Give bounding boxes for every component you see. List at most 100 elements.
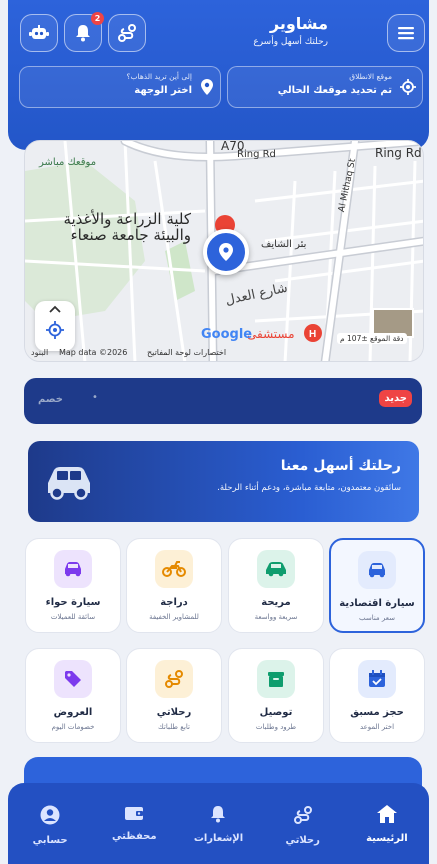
notifications-button[interactable]: 2 [64, 12, 104, 52]
pickup-label: موقع الانطلاق [349, 72, 392, 81]
box-icon [268, 672, 284, 687]
destination-label: إلى أين تريد الذهاب؟ [126, 72, 193, 81]
service-scheduled-booking[interactable]: حجز مسبق اختر الموعد [329, 648, 425, 743]
calendar-icon [369, 670, 385, 687]
user-icon [40, 805, 60, 825]
home-icon [376, 805, 397, 823]
destination-field[interactable]: إلى أين تريد الذهاب؟ اختر الوجهة [19, 66, 221, 108]
route-icon [165, 670, 183, 688]
service-title: رحلاتي [156, 707, 192, 718]
map-label-hospital: مستشفى [247, 327, 295, 341]
service-icon-box [257, 660, 295, 698]
comfort-car-icon [266, 562, 286, 577]
service-women-car[interactable]: سيارة حواء سائقة للعميلات [25, 538, 121, 633]
service-icon-box [257, 550, 295, 588]
tag-icon [65, 671, 81, 687]
service-subtitle: سائقة للعميلات [50, 613, 96, 621]
service-bike[interactable]: دراجة للمشاوير الخفيفة [126, 538, 222, 633]
map-controls[interactable] [35, 301, 75, 351]
map-label-ring-rd-2: Ring Rd [375, 146, 422, 160]
svg-text:H: H [309, 329, 316, 340]
pickup-field[interactable]: موقع الانطلاق تم تحديد موقعك الحالي [227, 66, 423, 108]
menu-icon [398, 27, 414, 40]
service-title: دراجة [160, 597, 188, 608]
service-comfort[interactable]: مريحة سريعة وواسعة [228, 538, 324, 633]
nav-label: حسابي [32, 835, 68, 846]
service-offers[interactable]: العروض خصومات اليوم [25, 648, 121, 743]
google-logo: Google [201, 327, 253, 342]
destination-value: اختر الوجهة [134, 85, 192, 96]
pickup-value: تم تحديد موقعك الحالي [277, 85, 392, 96]
map-pin-icon [201, 79, 213, 95]
service-my-trips[interactable]: رحلاتي تابع طلباتك [126, 648, 222, 743]
service-icon-box [54, 660, 92, 698]
map-label-university: كلية الزراعة والأغذية والبيئة جامعة صنعا… [63, 210, 191, 244]
nav-label: رحلاتي [285, 835, 320, 846]
motorcycle-icon [162, 561, 186, 577]
menu-button[interactable] [387, 14, 425, 52]
service-icon-box [155, 550, 193, 588]
service-title: العروض [53, 707, 93, 718]
hero-title: رحلتك أسهل معنا [280, 458, 401, 474]
service-title: مريحة [261, 597, 291, 608]
nav-wallet[interactable]: محفظتي [92, 783, 176, 864]
map-label-bir-shayef: بئر الشايف [261, 239, 307, 250]
service-icon-box [358, 660, 396, 698]
women-car-icon [65, 562, 81, 577]
map-label-your-location: موقعك مباشر [39, 157, 97, 168]
service-title: سيارة حواء [45, 597, 101, 608]
location-accuracy: دقة الموقع ±107 م [337, 333, 407, 344]
promo-banner[interactable]: جديد خصم • [24, 378, 422, 424]
nav-account[interactable]: حسابي [8, 783, 92, 864]
service-icon-box [358, 551, 396, 589]
service-subtitle: سعر مناسب [358, 614, 396, 622]
service-title: توصيل [259, 707, 293, 718]
service-subtitle: سريعة وواسعة [254, 613, 298, 621]
nav-label: الرئيسية [366, 833, 408, 844]
hero-subtitle: سائقون معتمدون، متابعة مباشرة، ودعم أثنا… [217, 483, 401, 493]
app-subtitle: رحلتك أسهل وأسرع [253, 37, 328, 47]
assistant-bot-button[interactable] [20, 14, 58, 52]
nav-trips[interactable]: رحلاتي [261, 783, 345, 864]
map-data-credit: Map data ©2026 [59, 348, 128, 357]
notification-count-badge: 2 [91, 12, 104, 25]
bottom-nav: الرئيسية رحلاتي الإشعارات محفظتي حسابي [8, 783, 429, 864]
nav-label: الإشعارات [193, 833, 244, 844]
crosshair-icon [400, 79, 416, 95]
new-tag: جديد [379, 390, 412, 407]
car-icon [369, 563, 385, 578]
trips-button[interactable] [108, 14, 146, 52]
wallet-icon [125, 807, 144, 820]
brand: مشاوير رحلتك أسهل وأسرع [208, 14, 328, 47]
service-delivery[interactable]: توصيل طرود وطلبات [228, 648, 324, 743]
bell-icon [76, 25, 90, 42]
header: 2 مشاوير رحلتك أسهل وأسرع موقع الانطلاق … [8, 0, 429, 150]
map-view[interactable]: H Ring Rd Ring Rd A70 Al Mithaq St موقعك… [24, 140, 424, 362]
service-title: سيارة اقتصادية [339, 598, 415, 609]
bell-icon [211, 806, 226, 823]
route-icon [118, 24, 136, 42]
promo-text: خصم [38, 394, 63, 405]
chevron-up-icon[interactable] [49, 305, 61, 313]
promo-dot: • [92, 392, 98, 403]
locate-me-icon[interactable] [46, 321, 64, 339]
route-icon [293, 806, 312, 824]
service-subtitle: تابع طلباتك [158, 723, 190, 731]
app-title: مشاوير [269, 14, 328, 33]
nav-notifications[interactable]: الإشعارات [176, 783, 260, 864]
location-marker-icon [219, 243, 233, 261]
current-location-pin [203, 229, 249, 275]
service-subtitle: طرود وطلبات [255, 723, 297, 731]
hero-banner: رحلتك أسهل معنا سائقون معتمدون، متابعة م… [28, 441, 419, 522]
service-title: حجز مسبق [350, 707, 404, 718]
robot-icon [29, 25, 49, 39]
map-label-a70: A70 [221, 140, 245, 153]
service-subtitle: للمشاوير الخفيفة [149, 613, 199, 621]
nav-home[interactable]: الرئيسية [345, 783, 429, 864]
service-economy-car[interactable]: سيارة اقتصادية سعر مناسب [329, 538, 425, 633]
map-terms-link[interactable]: البنود [31, 348, 48, 357]
service-subtitle: خصومات اليوم [51, 723, 95, 731]
service-subtitle: اختر الموعد [359, 723, 395, 731]
car-illustration-icon [48, 467, 90, 500]
keyboard-shortcuts-link[interactable]: اختصارات لوحة المفاتيح [147, 348, 226, 357]
